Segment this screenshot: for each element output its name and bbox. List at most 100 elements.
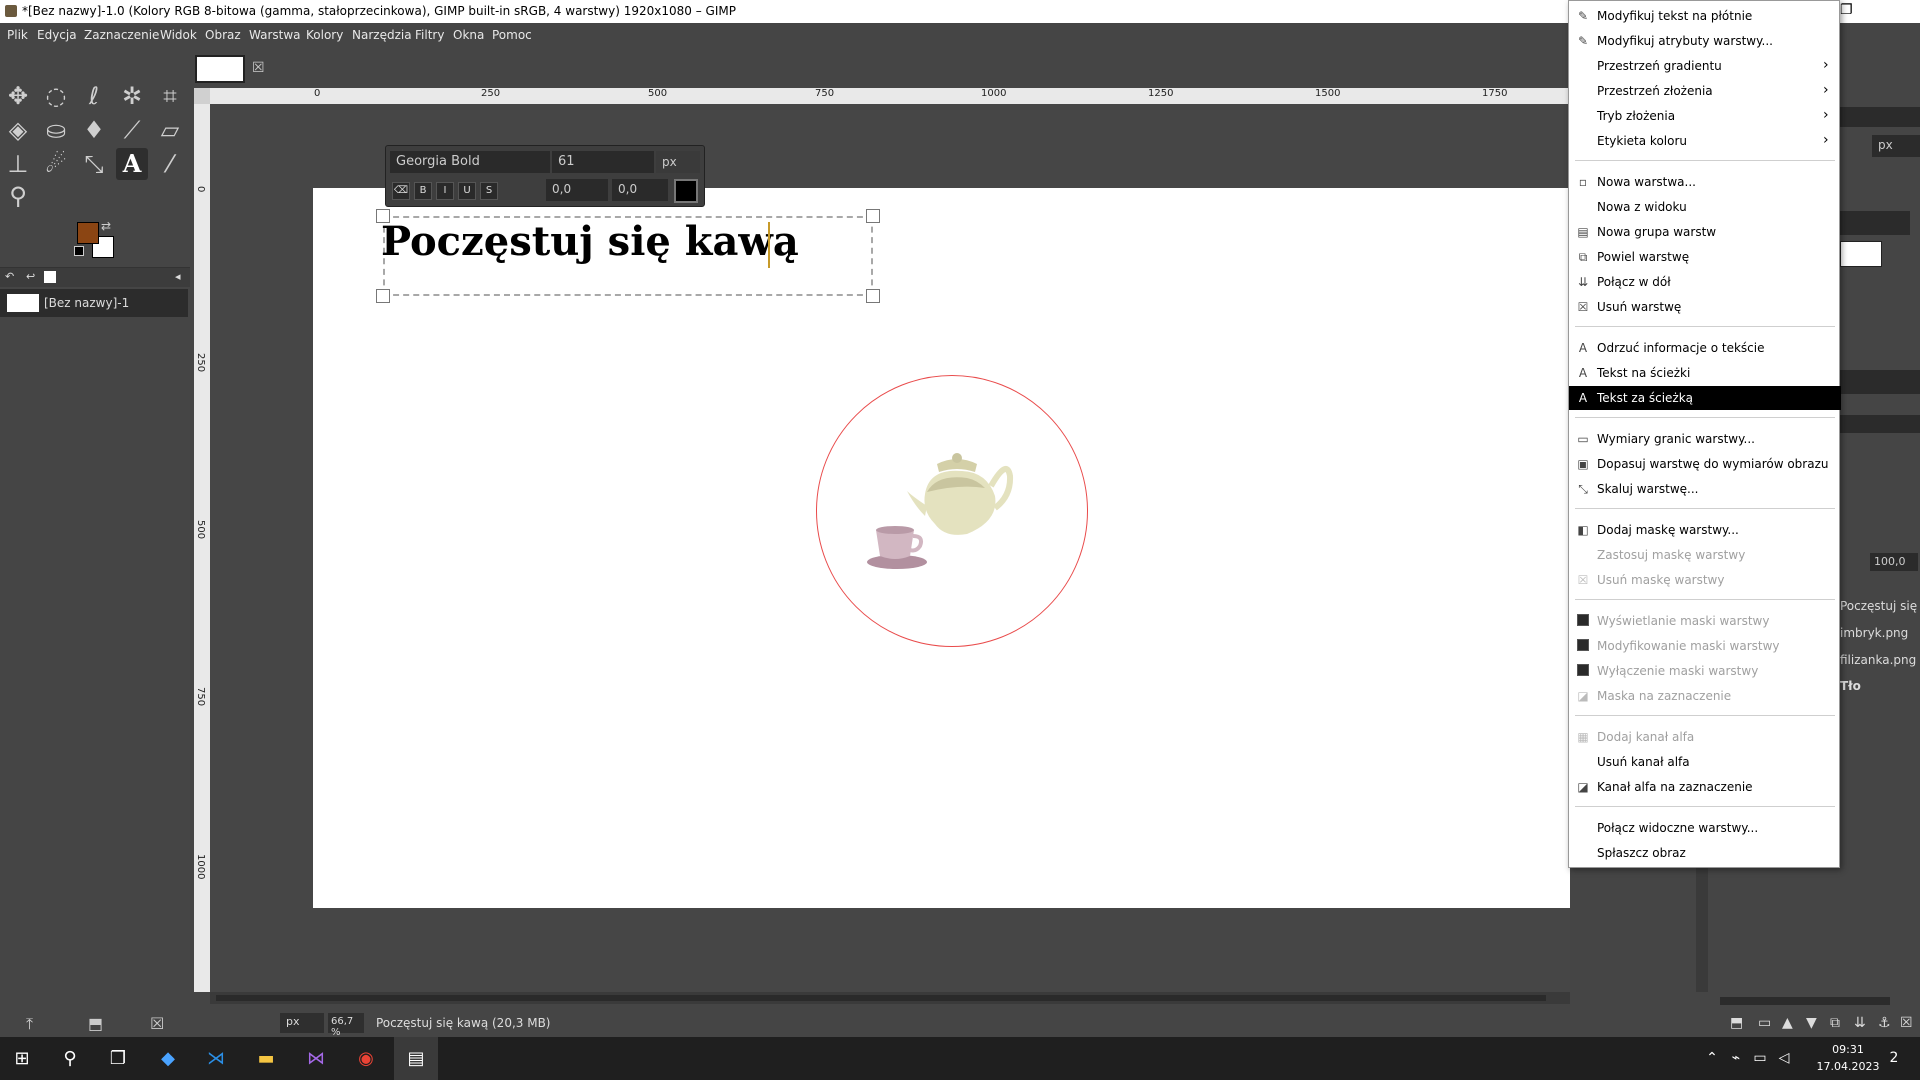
menu-item-mask-to-selection[interactable]: ◪ Maska na zaznaczenie (1569, 684, 1841, 708)
zoom-select[interactable]: 66,7 % (328, 1013, 364, 1038)
new-display-icon[interactable]: ⬒ (88, 1014, 103, 1033)
smudge-icon[interactable]: ☄ (40, 148, 72, 180)
free-select-icon[interactable]: ℓ (78, 80, 110, 112)
dock-field[interactable] (1840, 107, 1920, 127)
redo-icon[interactable]: ↩ (26, 270, 35, 283)
volume-muted-icon[interactable]: ◁ (1772, 1037, 1796, 1080)
transform-icon[interactable]: ◈ (2, 114, 34, 146)
menu-item-discard-text-info[interactable]: A Odrzuć informacje o tekście (1569, 336, 1841, 360)
menu-item-edit-mask[interactable]: Modyfikowanie maski warstwy (1569, 634, 1841, 658)
menu-item-new-from-visible[interactable]: Nowa z widoku (1569, 195, 1841, 219)
text-tool-icon[interactable]: A (116, 148, 148, 180)
image-canvas[interactable]: Poczęstuj się kawą (313, 188, 1570, 908)
chevron-up-icon[interactable]: ⌃ (1700, 1037, 1724, 1080)
gimp-taskbar-icon[interactable]: ▤ (394, 1037, 438, 1080)
raise-layer-icon[interactable]: ▲ (1782, 1015, 1793, 1031)
clone-icon[interactable]: ⊥ (2, 148, 34, 180)
ruler-corner[interactable] (194, 88, 210, 104)
font-unit-select[interactable]: px (656, 151, 700, 173)
paths-icon[interactable]: ⤡ (78, 148, 110, 180)
menu-item-layer-to-image[interactable]: ▣ Dopasuj warstwę do wymiarów obrazu (1569, 452, 1841, 476)
dock-dropdown[interactable] (1840, 211, 1910, 235)
menu-kolory[interactable]: Kolory (306, 28, 343, 42)
close-tab-icon[interactable]: ☒ (252, 60, 265, 76)
bucket-fill-icon[interactable]: ⛀ (40, 114, 72, 146)
default-colors-icon[interactable] (74, 246, 84, 256)
menu-widok[interactable]: Widok (160, 28, 197, 42)
font-size-field[interactable]: 61 (552, 151, 654, 173)
undo-history-icon[interactable]: ↶ (5, 270, 14, 283)
new-layer-icon[interactable]: ⬒ (1730, 1015, 1743, 1031)
fuzzy-select-icon[interactable]: ✲ (116, 80, 148, 112)
menu-item-duplicate[interactable]: ⧉ Powiel warstwę (1569, 245, 1841, 269)
menu-obraz[interactable]: Obraz (205, 28, 241, 42)
file-explorer-icon[interactable]: ▬ (244, 1037, 288, 1080)
menu-item-disable-mask[interactable]: Wyłączenie maski warstwy (1569, 659, 1841, 683)
menu-item-color-tag[interactable]: Etykieta koloru › (1569, 129, 1841, 153)
zoom-icon[interactable]: ⚲ (2, 180, 34, 212)
bold-icon[interactable]: B (414, 182, 432, 200)
menu-item-new-layer[interactable]: ▫ Nowa warstwa... (1569, 170, 1841, 194)
layer-item[interactable]: Tło (1840, 679, 1861, 693)
opacity-field[interactable]: 100,0 (1870, 553, 1918, 571)
canvas-area[interactable]: Poczęstuj się kawą (210, 104, 1570, 992)
crop-icon[interactable]: ⌗ (154, 80, 186, 112)
merge-layer-icon[interactable]: ⇊ (1854, 1015, 1866, 1031)
menu-item-text-along-path[interactable]: A Tekst za ścieżką (1569, 386, 1841, 410)
text-box-handle[interactable] (866, 289, 880, 303)
menu-item-add-mask[interactable]: ◧ Dodaj maskę warstwy... (1569, 518, 1841, 542)
foreground-color-swatch[interactable] (77, 222, 99, 244)
network-icon[interactable]: ⌁ (1724, 1037, 1748, 1080)
restore-icon[interactable]: ❐ (1840, 2, 1853, 18)
scroll-thumb[interactable] (216, 995, 1546, 1001)
menu-narzedzia[interactable]: Narzędzia (352, 28, 412, 42)
text-color-button[interactable] (674, 179, 698, 203)
font-field[interactable]: Georgia Bold (390, 151, 550, 173)
layer-item[interactable]: Poczęstuj się k (1840, 599, 1920, 613)
menu-item-new-group[interactable]: ▤ Nowa grupa warstw (1569, 220, 1841, 244)
menu-item-composite-space[interactable]: Przestrzeń złożenia › (1569, 79, 1841, 103)
menu-okna[interactable]: Okna (453, 28, 484, 42)
dock-color-swatch[interactable] (1840, 241, 1882, 267)
delete-image-icon[interactable]: ☒ (150, 1014, 164, 1033)
paintbrush-icon[interactable]: ⟋ (116, 114, 148, 146)
vscode-icon[interactable]: ⋊ (194, 1037, 238, 1080)
dock-scrollbar[interactable] (1720, 997, 1890, 1005)
anchor-icon[interactable]: ⚓ (1878, 1015, 1891, 1031)
ink-icon[interactable]: ♦ (78, 114, 110, 146)
lower-layer-icon[interactable]: ▼ (1806, 1015, 1817, 1031)
menu-item-flatten[interactable]: Spłaszcz obraz (1569, 841, 1841, 865)
search-icon[interactable]: ⚲ (48, 1037, 92, 1080)
italic-icon[interactable]: I (436, 182, 454, 200)
menu-item-merge-visible[interactable]: Połącz widoczne warstwy... (1569, 816, 1841, 840)
move-icon[interactable]: ✥ (2, 80, 34, 112)
display-icon[interactable]: ▭ (1748, 1037, 1772, 1080)
menu-warstwa[interactable]: Warstwa (249, 28, 301, 42)
vertical-ruler[interactable]: 0 250 500 750 1000 (194, 104, 210, 992)
menu-pomoc[interactable]: Pomoc (492, 28, 532, 42)
menu-item-gradient-space[interactable]: Przestrzeń gradientu › (1569, 54, 1841, 78)
text-box-handle[interactable] (376, 289, 390, 303)
baseline-field[interactable]: 0,0 (612, 179, 668, 201)
app-icon[interactable]: ◆ (146, 1037, 190, 1080)
menu-item-add-alpha[interactable]: ▦ Dodaj kanał alfa (1569, 725, 1841, 749)
chrome-icon[interactable]: ◉ (344, 1037, 388, 1080)
menu-item-show-mask[interactable]: Wyświetlanie maski warstwy (1569, 609, 1841, 633)
menu-item-delete-layer[interactable]: ☒ Usuń warstwę (1569, 295, 1841, 319)
clear-style-icon[interactable]: ⌫ (392, 182, 410, 200)
images-tab-icon[interactable] (44, 271, 56, 283)
kerning-field[interactable]: 0,0 (546, 179, 608, 201)
menu-item-alpha-to-selection[interactable]: ◪ Kanał alfa na zaznaczenie (1569, 775, 1841, 799)
windows-start-icon[interactable]: ⊞ (0, 1037, 44, 1080)
image-tab[interactable] (195, 55, 245, 83)
menu-item-composite-mode[interactable]: Tryb złożenia › (1569, 104, 1841, 128)
menu-item-delete-mask[interactable]: ☒ Usuń maskę warstwy (1569, 568, 1841, 592)
menu-filtry[interactable]: Filtry (415, 28, 444, 42)
new-group-icon[interactable]: ▭ (1758, 1015, 1771, 1031)
dock-dropdown[interactable] (1840, 370, 1920, 394)
menu-item-edit-attrs[interactable]: ✎ Modyfikuj atrybuty warstwy... (1569, 29, 1841, 53)
layer-item[interactable]: filizanka.png (1840, 653, 1916, 667)
menu-item-edit-text[interactable]: ✎ Modyfikuj tekst na płótnie (1569, 4, 1841, 28)
text-box-handle[interactable] (866, 209, 880, 223)
horizontal-ruler[interactable]: 0 250 500 750 1000 1250 1500 1750 (210, 88, 1570, 104)
